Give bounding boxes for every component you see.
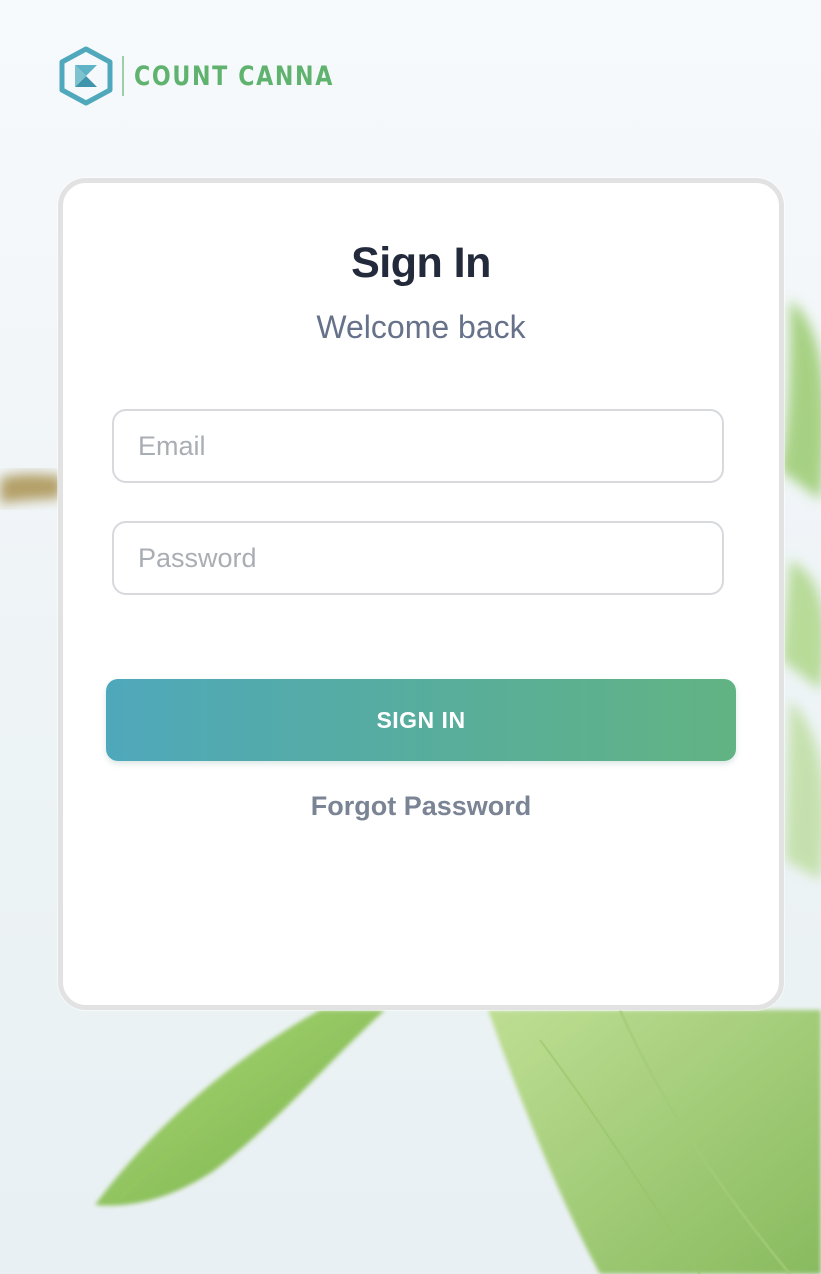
- logo-divider: [122, 56, 124, 96]
- welcome-subtitle: Welcome back: [316, 309, 526, 345]
- page-title: Sign In: [351, 239, 491, 287]
- signin-card: Sign In Welcome back SIGN IN Forgot Pass…: [58, 178, 784, 1010]
- email-field[interactable]: [112, 409, 724, 483]
- brand-logo: COUNT CANNA: [58, 46, 378, 106]
- forgot-password-link[interactable]: Forgot Password: [63, 791, 779, 822]
- count-canna-hexagon-logo-icon: [59, 46, 113, 106]
- brand-name: COUNT CANNA: [134, 60, 335, 92]
- password-field[interactable]: [112, 521, 724, 595]
- sign-in-button[interactable]: SIGN IN: [106, 679, 736, 761]
